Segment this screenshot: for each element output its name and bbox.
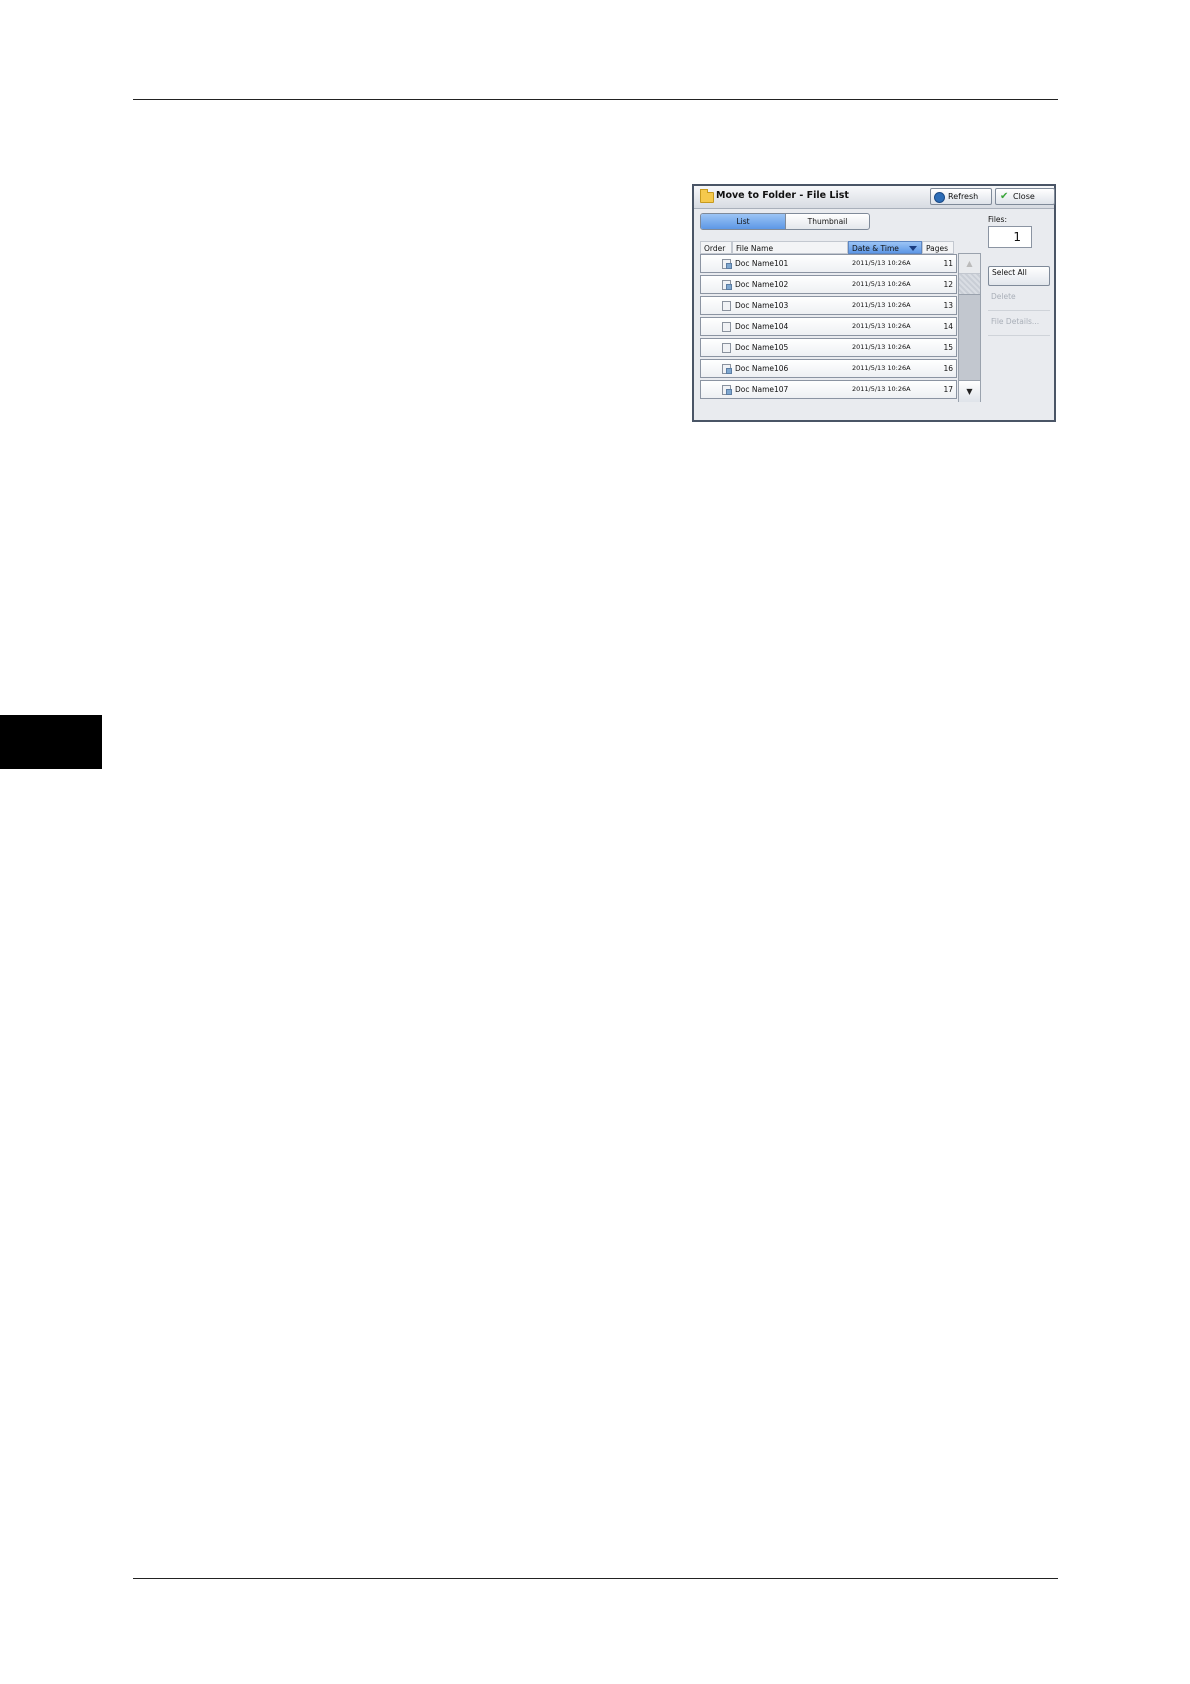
file-date: 2011/5/13 10:26A xyxy=(852,385,911,393)
document-icon xyxy=(722,322,731,332)
column-header-date-time[interactable]: Date & Time xyxy=(848,241,922,254)
file-name: Doc Name103 xyxy=(735,301,789,310)
file-date: 2011/5/13 10:26A xyxy=(852,259,911,267)
file-name: Doc Name101 xyxy=(735,259,789,268)
column-header-date-time-label: Date & Time xyxy=(852,244,899,253)
scan-document-icon xyxy=(722,385,732,395)
chapter-tab xyxy=(0,715,102,769)
sort-down-icon xyxy=(909,246,917,251)
file-pages: 11 xyxy=(943,259,953,268)
column-header-pages[interactable]: Pages xyxy=(922,241,954,254)
file-name: Doc Name102 xyxy=(735,280,789,289)
table-row[interactable]: Doc Name103 2011/5/13 10:26A 13 xyxy=(700,296,957,315)
dialog-titlebar: Move to Folder - File List Refresh ✔ Clo… xyxy=(694,186,1055,209)
file-name: Doc Name107 xyxy=(735,385,789,394)
table-row[interactable]: Doc Name101 2011/5/13 10:26A 11 xyxy=(700,254,957,273)
fax-document-icon xyxy=(722,343,731,353)
file-pages: 17 xyxy=(943,385,953,394)
file-name: Doc Name105 xyxy=(735,343,789,352)
delete-button[interactable]: Delete xyxy=(988,291,1050,311)
column-header-order[interactable]: Order xyxy=(700,241,732,254)
document-icon xyxy=(722,301,731,311)
table-row[interactable]: Doc Name104 2011/5/13 10:26A 14 xyxy=(700,317,957,336)
table-row[interactable]: Doc Name106 2011/5/13 10:26A 16 xyxy=(700,359,957,378)
scroll-up-icon[interactable]: ▲ xyxy=(959,254,980,273)
table-row[interactable]: Doc Name102 2011/5/13 10:26A 12 xyxy=(700,275,957,294)
file-pages: 12 xyxy=(943,280,953,289)
file-details-button[interactable]: File Details... xyxy=(988,316,1050,336)
scroll-down-icon[interactable]: ▼ xyxy=(959,380,980,402)
scan-document-icon xyxy=(722,259,732,269)
file-pages: 13 xyxy=(943,301,953,310)
select-all-button[interactable]: Select All xyxy=(988,266,1050,286)
file-pages: 14 xyxy=(943,322,953,331)
file-name: Doc Name106 xyxy=(735,364,789,373)
table-row[interactable]: Doc Name107 2011/5/13 10:26A 17 xyxy=(700,380,957,399)
refresh-label: Refresh xyxy=(948,192,979,201)
scan-document-icon xyxy=(722,364,732,374)
refresh-icon xyxy=(934,192,945,203)
files-label: Files: xyxy=(988,215,1007,224)
table-row[interactable]: Doc Name105 2011/5/13 10:26A 15 xyxy=(700,338,957,357)
files-count: 1 xyxy=(988,226,1032,248)
close-button[interactable]: ✔ Close xyxy=(995,188,1055,205)
file-list: Doc Name101 2011/5/13 10:26A 11 Doc Name… xyxy=(700,254,957,401)
file-date: 2011/5/13 10:26A xyxy=(852,280,911,288)
header-rule xyxy=(133,99,1058,100)
file-date: 2011/5/13 10:26A xyxy=(852,343,911,351)
check-icon: ✔ xyxy=(1000,191,1009,202)
file-date: 2011/5/13 10:26A xyxy=(852,364,911,372)
file-date: 2011/5/13 10:26A xyxy=(852,301,911,309)
file-list-dialog: Move to Folder - File List Refresh ✔ Clo… xyxy=(692,184,1056,422)
scan-document-icon xyxy=(722,280,732,290)
file-pages: 15 xyxy=(943,343,953,352)
dialog-title: Move to Folder - File List xyxy=(716,190,849,201)
file-pages: 16 xyxy=(943,364,953,373)
file-name: Doc Name104 xyxy=(735,322,789,331)
scroll-thumb[interactable] xyxy=(959,274,980,295)
footer-rule xyxy=(133,1578,1058,1579)
tab-thumbnail[interactable]: Thumbnail xyxy=(786,214,869,229)
column-header-file-name[interactable]: File Name xyxy=(732,241,848,254)
close-label: Close xyxy=(1013,192,1035,201)
list-scrollbar[interactable]: ▲ ▼ xyxy=(958,253,981,402)
folder-icon xyxy=(700,189,714,203)
view-toggle: List Thumbnail xyxy=(700,213,870,230)
tab-list[interactable]: List xyxy=(701,214,786,229)
refresh-button[interactable]: Refresh xyxy=(930,188,992,205)
file-date: 2011/5/13 10:26A xyxy=(852,322,911,330)
